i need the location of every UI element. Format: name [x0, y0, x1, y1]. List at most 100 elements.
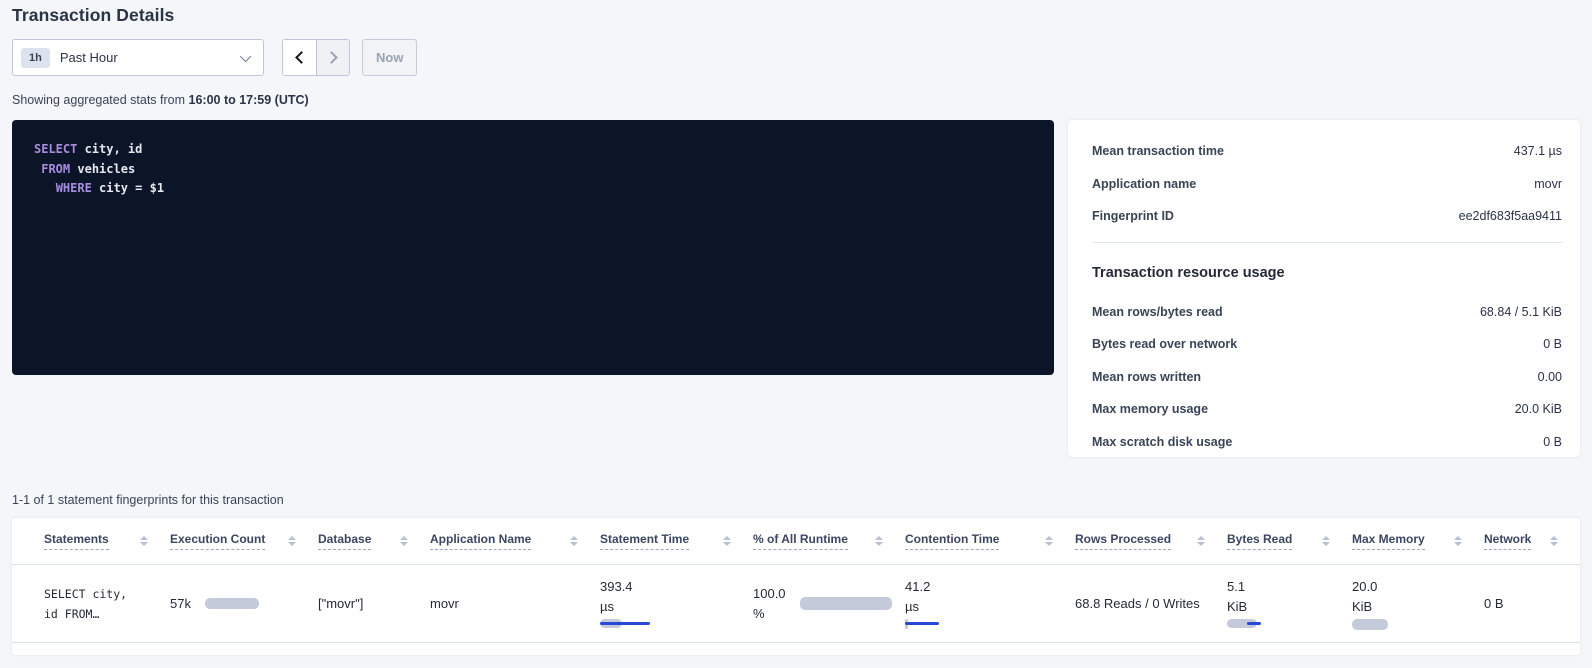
summary-row: Fingerprint ID ee2df683f5aa9411 — [1092, 209, 1562, 223]
column-header-label: % of All Runtime — [753, 532, 848, 550]
summary-row-value: 437.1 µs — [1514, 144, 1562, 158]
sort-icon[interactable] — [1045, 536, 1053, 547]
time-toolbar: 1h Past Hour Now — [12, 39, 1580, 76]
column-header-network[interactable]: Network — [1484, 518, 1580, 564]
summary-row-label: Mean transaction time — [1092, 144, 1224, 158]
stats-line-prefix: Showing aggregated stats from — [12, 93, 189, 107]
sql-statement-text: SELECT city, id FROM vehicles WHERE city… — [34, 140, 1032, 199]
now-button[interactable]: Now — [362, 39, 417, 76]
summary-row-label: Max scratch disk usage — [1092, 435, 1232, 449]
summary-row-value: 68.84 / 5.1 KiB — [1480, 305, 1562, 319]
summary-row-label: Bytes read over network — [1092, 337, 1237, 351]
stats-line-range: 16:00 to 17:59 (UTC) — [189, 93, 309, 107]
summary-row-value: 0.00 — [1538, 370, 1562, 384]
summary-divider — [1092, 242, 1562, 243]
cell-statements: SELECT city, id FROM… — [44, 565, 170, 642]
column-header-statement-time[interactable]: Statement Time — [600, 518, 753, 564]
column-header-max-memory[interactable]: Max Memory — [1352, 518, 1484, 564]
cell-application-name: movr — [430, 565, 600, 642]
column-header-statements[interactable]: Statements — [44, 518, 170, 564]
cell-network: 0 B — [1484, 565, 1580, 642]
cell-bytes-read: 5.1 KiB — [1227, 565, 1352, 642]
column-header-label: Network — [1484, 532, 1531, 550]
column-header-application-name[interactable]: Application Name — [430, 518, 600, 564]
column-header-label: Application Name — [430, 532, 531, 550]
cell-statement-time: 393.4 µs — [600, 565, 753, 642]
summary-row-label: Application name — [1092, 177, 1196, 191]
cell-contention-time: 41.2 µs — [905, 565, 1075, 642]
time-range-dropdown[interactable]: 1h Past Hour — [12, 39, 264, 76]
prev-range-button[interactable] — [283, 40, 316, 75]
time-range-badge: 1h — [21, 48, 50, 68]
column-header-execution-count[interactable]: Execution Count — [170, 518, 318, 564]
summary-row: Mean rows/bytes read 68.84 / 5.1 KiB — [1092, 305, 1562, 319]
column-header-label: Database — [318, 532, 371, 550]
summary-row-label: Max memory usage — [1092, 402, 1208, 416]
summary-row-value: 0 B — [1543, 435, 1562, 449]
chevron-left-icon — [295, 51, 308, 64]
cell-database: ["movr"] — [318, 565, 430, 642]
resource-usage-title: Transaction resource usage — [1092, 265, 1562, 281]
sort-icon[interactable] — [875, 536, 883, 547]
time-range-pager — [282, 39, 350, 76]
bytes-read-bar — [1227, 619, 1263, 630]
sort-icon[interactable] — [288, 536, 296, 547]
aggregated-stats-line: Showing aggregated stats from 16:00 to 1… — [12, 93, 1580, 107]
column-header-rows-processed[interactable]: Rows Processed — [1075, 518, 1227, 564]
summary-row: Max memory usage 20.0 KiB — [1092, 402, 1562, 416]
summary-row: Mean transaction time 437.1 µs — [1092, 144, 1562, 158]
column-header-database[interactable]: Database — [318, 518, 430, 564]
sql-statement-box: SELECT city, id FROM vehicles WHERE city… — [12, 120, 1054, 375]
resource-usage-rows: Mean rows/bytes read 68.84 / 5.1 KiB Bytes… — [1092, 305, 1562, 449]
column-header-label: Execution Count — [170, 532, 265, 550]
summary-row: Bytes read over network 0 B — [1092, 337, 1562, 351]
sort-icon[interactable] — [570, 536, 578, 547]
next-range-button[interactable] — [316, 40, 349, 75]
summary-row-label: Mean rows written — [1092, 370, 1201, 384]
statements-table-header: Statements Execution Count Database Applica… — [12, 518, 1580, 565]
summary-row-value: ee2df683f5aa9411 — [1459, 209, 1562, 223]
column-header-label: Statements — [44, 532, 109, 550]
column-header-contention-time[interactable]: Contention Time — [905, 518, 1075, 564]
pct-runtime-bar — [800, 597, 883, 610]
column-header-label: Rows Processed — [1075, 532, 1171, 550]
time-range-label: Past Hour — [60, 50, 243, 65]
column-header-label: Statement Time — [600, 532, 689, 550]
cell-pct-runtime: 100.0 % — [753, 565, 905, 642]
execution-count-bar — [205, 598, 259, 609]
max-memory-bar — [1352, 619, 1388, 630]
sort-icon[interactable] — [400, 536, 408, 547]
summary-row-value: 0 B — [1543, 337, 1562, 351]
transaction-details-page: Transaction Details 1h Past Hour Now Sho… — [0, 0, 1592, 655]
page-title: Transaction Details — [12, 0, 1580, 26]
statements-count-caption: 1-1 of 1 statement fingerprints for this… — [12, 493, 1580, 507]
statement-fingerprint-link[interactable]: SELECT city, id FROM… — [44, 584, 148, 624]
cell-max-memory: 20.0 KiB — [1352, 565, 1484, 642]
details-main-row: SELECT city, id FROM vehicles WHERE city… — [12, 120, 1580, 457]
cell-rows-processed: 68.8 Reads / 0 Writes — [1075, 565, 1227, 642]
summary-top-rows: Mean transaction time 437.1 µs Application… — [1092, 144, 1562, 223]
contention-time-bar — [905, 619, 941, 630]
column-header-bytes-read[interactable]: Bytes Read — [1227, 518, 1352, 564]
transaction-summary-card: Mean transaction time 437.1 µs Application… — [1068, 120, 1580, 457]
cell-execution-count: 57k — [170, 565, 318, 642]
statement-time-bar — [600, 619, 652, 630]
chevron-right-icon — [325, 51, 338, 64]
sort-icon[interactable] — [1550, 536, 1558, 547]
sort-icon[interactable] — [140, 536, 148, 547]
sort-icon[interactable] — [1322, 536, 1330, 547]
summary-row-label: Mean rows/bytes read — [1092, 305, 1223, 319]
sort-icon[interactable] — [1454, 536, 1462, 547]
summary-row-value: movr — [1534, 177, 1562, 191]
summary-row: Max scratch disk usage 0 B — [1092, 435, 1562, 449]
summary-row-value: 20.0 KiB — [1515, 402, 1562, 416]
summary-row-label: Fingerprint ID — [1092, 209, 1174, 223]
column-header-label: Max Memory — [1352, 532, 1425, 550]
summary-row: Mean rows written 0.00 — [1092, 370, 1562, 384]
statement-row: SELECT city, id FROM… 57k ["movr"] movr … — [12, 565, 1580, 643]
summary-row: Application name movr — [1092, 177, 1562, 191]
sort-icon[interactable] — [723, 536, 731, 547]
column-header--of-all-runtime[interactable]: % of All Runtime — [753, 518, 905, 564]
sort-icon[interactable] — [1197, 536, 1205, 547]
column-header-label: Bytes Read — [1227, 532, 1292, 550]
